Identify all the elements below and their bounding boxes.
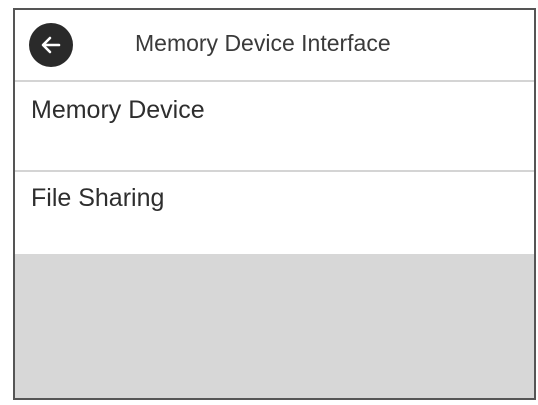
menu-item-label: File Sharing: [31, 184, 165, 212]
device-screen: Memory Device Interface Memory Device Fi…: [13, 8, 536, 400]
menu-item-label: Memory Device: [31, 96, 205, 124]
menu-item-file-sharing[interactable]: File Sharing: [15, 172, 534, 254]
header-bar: Memory Device Interface: [15, 10, 534, 82]
empty-list-area: [15, 254, 534, 398]
menu-item-memory-device[interactable]: Memory Device: [15, 84, 534, 172]
page-title: Memory Device Interface: [135, 30, 391, 56]
back-button[interactable]: [29, 23, 73, 67]
back-arrow-icon: [41, 36, 61, 54]
